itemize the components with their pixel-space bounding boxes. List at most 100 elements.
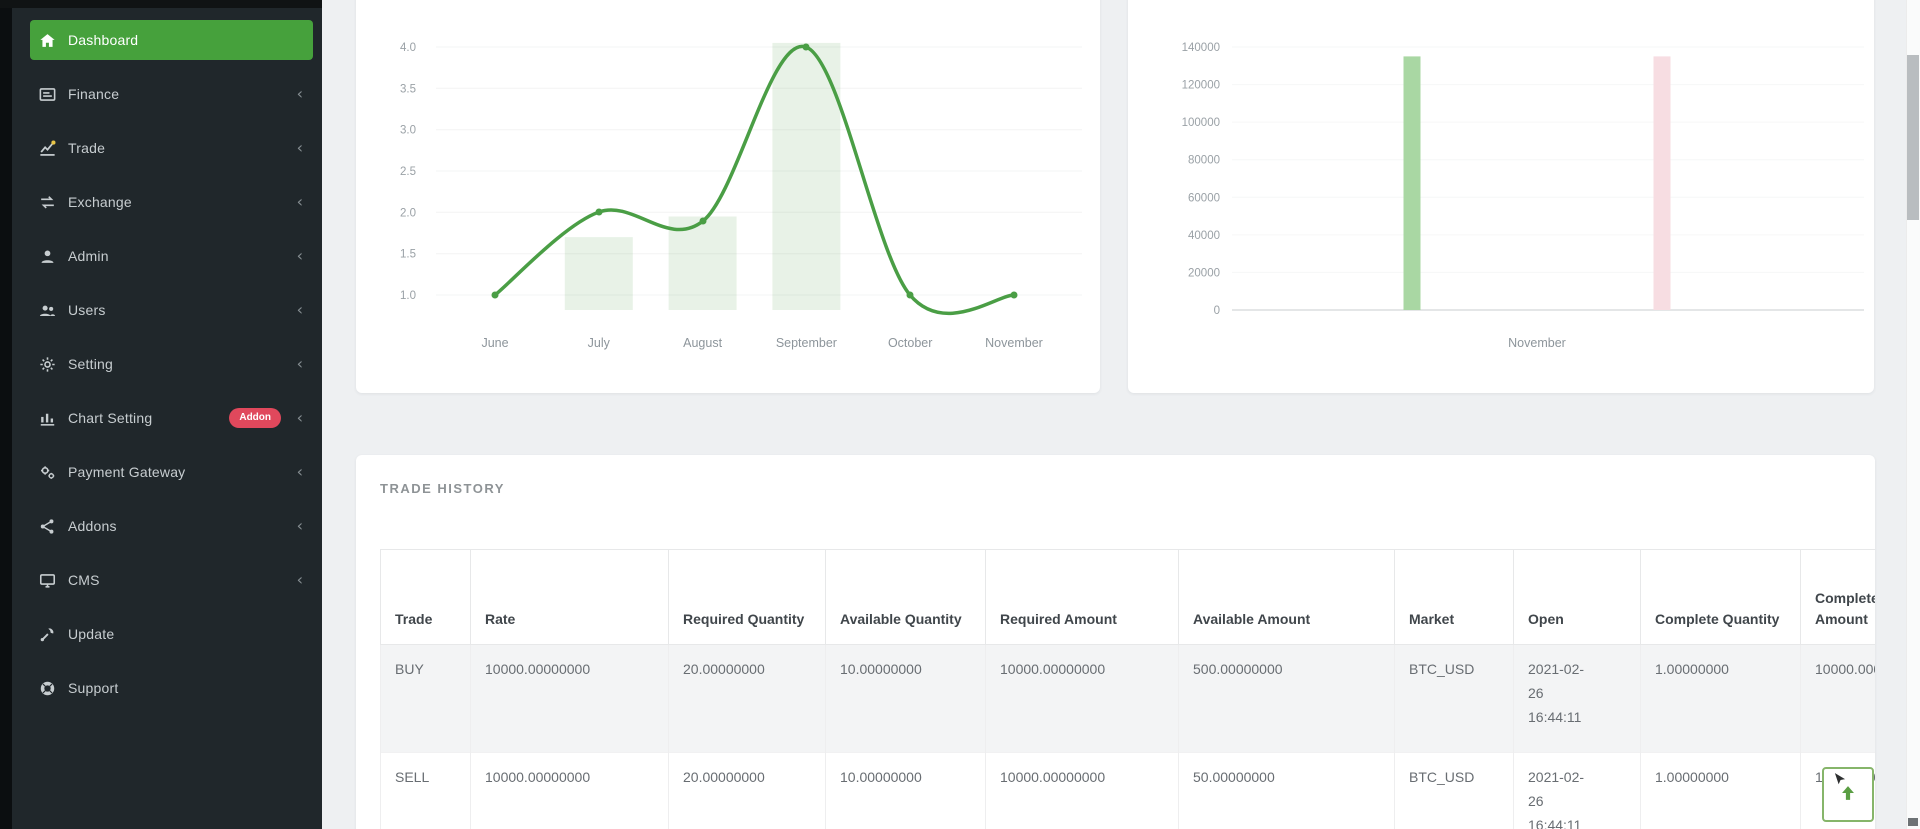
sidebar: DashboardFinance‹Trade‹Exchange‹Admin‹Us… <box>12 0 322 829</box>
svg-text:June: June <box>481 336 508 350</box>
table-cell: 10000.00000000 <box>986 645 1179 753</box>
sidebar-item-users[interactable]: Users ‹ <box>30 290 313 330</box>
column-header-open: Open <box>1514 550 1641 645</box>
sidebar-item-payment-gateway[interactable]: Payment Gateway‹ <box>30 452 313 492</box>
svg-text:4.0: 4.0 <box>400 42 416 54</box>
monthly-trade-chart-card: 1.01.52.02.53.03.54.0JuneJulyAugustSepte… <box>356 0 1100 393</box>
sidebar-item-label: Trade <box>68 140 105 156</box>
addons-icon <box>37 516 57 536</box>
chevron-left-icon: ‹ <box>293 86 303 102</box>
open-datetime: 2021-02-26 16:44:11 <box>1528 766 1594 829</box>
svg-text:October: October <box>888 336 932 350</box>
main-content: 1.01.52.02.53.03.54.0JuneJulyAugustSepte… <box>322 0 1920 829</box>
table-header-row: TradeRateRequired QuantityAvailable Quan… <box>381 550 1876 645</box>
trade-row-buy: BUY10000.0000000020.0000000010.000000001… <box>381 645 1876 753</box>
svg-text:November: November <box>1508 336 1566 350</box>
table-cell: 1.00000000 <box>1641 753 1801 829</box>
finance-icon <box>37 84 57 104</box>
svg-text:120000: 120000 <box>1182 80 1220 92</box>
trade-history-table-head: TradeRateRequired QuantityAvailable Quan… <box>381 550 1876 645</box>
chevron-left-icon: ‹ <box>293 518 303 534</box>
sidebar-item-label: Chart Setting <box>68 410 152 426</box>
trade-history-card: TRADE HISTORY TradeRateRequired Quantity… <box>356 455 1875 829</box>
table-cell: 2021-02-26 16:44:11 <box>1514 753 1641 829</box>
sidebar-item-label: Dashboard <box>68 32 138 48</box>
table-cell: SELL <box>381 753 471 829</box>
vertical-scrollbar-thumb[interactable] <box>1907 55 1919 220</box>
window-left-edge <box>0 0 12 829</box>
sidebar-item-cms[interactable]: CMS‹ <box>30 560 313 600</box>
trade-history-table-body: BUY10000.0000000020.0000000010.000000001… <box>381 645 1876 829</box>
sidebar-item-label: Payment Gateway <box>68 464 185 480</box>
column-header-complete-amount: Complete Amount <box>1801 550 1876 645</box>
svg-text:80000: 80000 <box>1188 155 1220 167</box>
sidebar-item-label: Support <box>68 680 118 696</box>
table-cell: 10000.00000000 <box>471 645 669 753</box>
setting-icon <box>37 354 57 374</box>
scrollbar-corner <box>1908 818 1918 826</box>
table-cell: 10.00000000 <box>826 645 986 753</box>
svg-text:3.0: 3.0 <box>400 125 416 137</box>
sidebar-item-setting[interactable]: Setting‹ <box>30 344 313 384</box>
sidebar-item-label: Exchange <box>68 194 132 210</box>
sidebar-item-exchange[interactable]: Exchange ‹ <box>30 182 313 222</box>
table-cell: 1.00000000 <box>1641 645 1801 753</box>
column-header-required-amount: Required Amount <box>986 550 1179 645</box>
svg-text:2.0: 2.0 <box>400 207 416 219</box>
exchange-icon <box>37 192 57 212</box>
svg-text:0: 0 <box>1214 305 1220 317</box>
monthly-trade-line-chart: 1.01.52.02.53.03.54.0JuneJulyAugustSepte… <box>356 0 1100 393</box>
chart-setting-icon <box>37 408 57 428</box>
sidebar-item-support[interactable]: Support <box>30 668 313 708</box>
table-cell: 10000.00000000 <box>471 753 669 829</box>
sidebar-item-finance[interactable]: Finance‹ <box>30 74 313 114</box>
sidebar-item-label: Admin <box>68 248 109 264</box>
sidebar-item-label: Update <box>68 626 114 642</box>
svg-text:1.5: 1.5 <box>400 249 416 261</box>
sidebar-nav: DashboardFinance‹Trade‹Exchange‹Admin‹Us… <box>12 0 322 708</box>
table-cell: 10.00000000 <box>826 753 986 829</box>
table-cell: 50.00000000 <box>1179 753 1395 829</box>
column-header-available-quantity: Available Quantity <box>826 550 986 645</box>
table-cell: 10000.00000000 <box>1801 645 1876 753</box>
sidebar-item-admin[interactable]: Admin‹ <box>30 236 313 276</box>
column-header-available-amount: Available Amount <box>1179 550 1395 645</box>
chevron-left-icon: ‹ <box>293 302 303 318</box>
table-cell: 500.00000000 <box>1179 645 1395 753</box>
scroll-to-top-button[interactable] <box>1822 767 1874 822</box>
addon-badge: Addon <box>229 408 281 428</box>
table-cell: 20.00000000 <box>669 645 826 753</box>
sidebar-item-update[interactable]: Update <box>30 614 313 654</box>
monthly-volume-bar-chart: 020000400006000080000100000120000140000N… <box>1128 0 1874 393</box>
chevron-left-icon: ‹ <box>293 194 303 210</box>
support-icon <box>37 678 57 698</box>
sidebar-item-dashboard[interactable]: Dashboard <box>30 20 313 60</box>
svg-text:1.0: 1.0 <box>400 290 416 302</box>
users-icon <box>37 300 57 320</box>
payment-gateway-icon <box>37 462 57 482</box>
column-header-trade: Trade <box>381 550 471 645</box>
svg-text:July: July <box>588 336 611 350</box>
home-icon <box>37 30 57 50</box>
table-cell: 2021-02-26 16:44:11 <box>1514 645 1641 753</box>
table-cell: 20.00000000 <box>669 753 826 829</box>
sidebar-item-trade[interactable]: Trade ‹ <box>30 128 313 168</box>
sidebar-item-label: Users <box>68 302 106 318</box>
svg-text:40000: 40000 <box>1188 230 1220 242</box>
chevron-left-icon: ‹ <box>293 140 303 156</box>
monthly-volume-chart-card: 020000400006000080000100000120000140000N… <box>1128 0 1874 393</box>
table-cell: 10000.00000000 <box>986 753 1179 829</box>
sidebar-item-label: CMS <box>68 572 100 588</box>
trade-history-title: TRADE HISTORY <box>380 481 505 496</box>
sidebar-item-addons[interactable]: Addons‹ <box>30 506 313 546</box>
sidebar-item-label: Setting <box>68 356 113 372</box>
trade-history-table: TradeRateRequired QuantityAvailable Quan… <box>380 549 1875 829</box>
svg-text:60000: 60000 <box>1188 192 1220 204</box>
sidebar-item-chart-setting[interactable]: Chart SettingAddon‹ <box>30 398 313 438</box>
arrow-up-icon <box>1837 781 1859 808</box>
column-header-required-quantity: Required Quantity <box>669 550 826 645</box>
admin-icon <box>37 246 57 266</box>
column-header-rate: Rate <box>471 550 669 645</box>
column-header-market: Market <box>1395 550 1514 645</box>
admin-dashboard-page: DashboardFinance‹Trade‹Exchange‹Admin‹Us… <box>0 0 1920 829</box>
